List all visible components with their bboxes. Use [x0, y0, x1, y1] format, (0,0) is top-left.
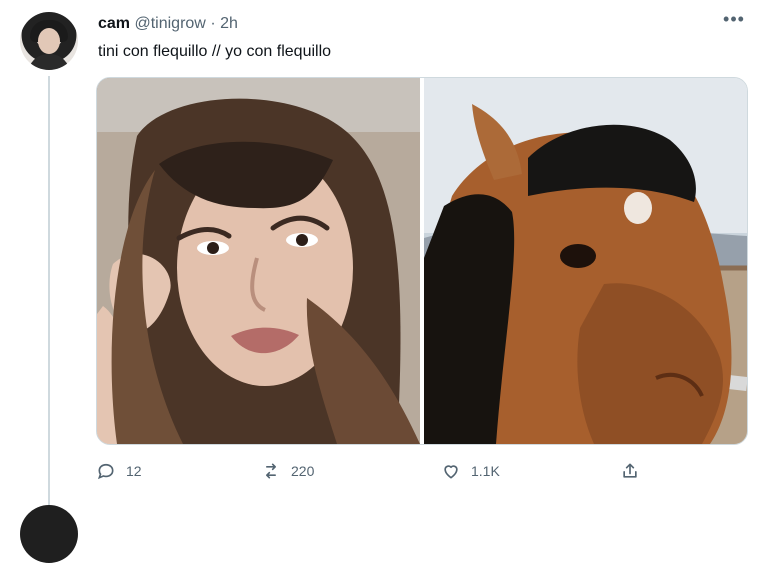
- tweet-text: tini con flequillo // yo con flequillo: [98, 43, 332, 60]
- avatar[interactable]: [20, 12, 78, 70]
- more-icon[interactable]: •••: [722, 10, 746, 32]
- like-button[interactable]: 1.1K: [441, 456, 500, 486]
- tweet-header: cam @tinigrow · 2h: [98, 14, 238, 34]
- avatar-face: [38, 28, 60, 54]
- next-tweet-avatar[interactable]: [20, 505, 78, 563]
- media-grid[interactable]: [96, 77, 748, 445]
- like-icon: [444, 465, 458, 479]
- avatar-shirt: [28, 54, 70, 70]
- separator: ·: [210, 15, 216, 32]
- photo-left[interactable]: [97, 78, 420, 444]
- retweet-button[interactable]: 220: [261, 456, 314, 486]
- reply-button[interactable]: 12: [96, 456, 142, 486]
- reply-count: 12: [126, 463, 142, 479]
- like-count: 1.1K: [471, 463, 500, 479]
- retweet-icon: [266, 463, 276, 479]
- photo-right-illustration: [424, 78, 747, 444]
- tweet-actions: 12 220 1.1K: [96, 456, 656, 486]
- thread-line: [48, 76, 50, 506]
- handle[interactable]: @tinigrow: [134, 15, 205, 32]
- share-button[interactable]: [620, 456, 650, 486]
- display-name[interactable]: cam: [98, 15, 130, 32]
- photo-left-illustration: [97, 78, 420, 444]
- reply-icon: [97, 463, 114, 480]
- retweet-count: 220: [291, 463, 315, 479]
- timestamp[interactable]: 2h: [220, 15, 238, 32]
- photo-right[interactable]: [424, 78, 747, 444]
- share-icon: [623, 463, 637, 478]
